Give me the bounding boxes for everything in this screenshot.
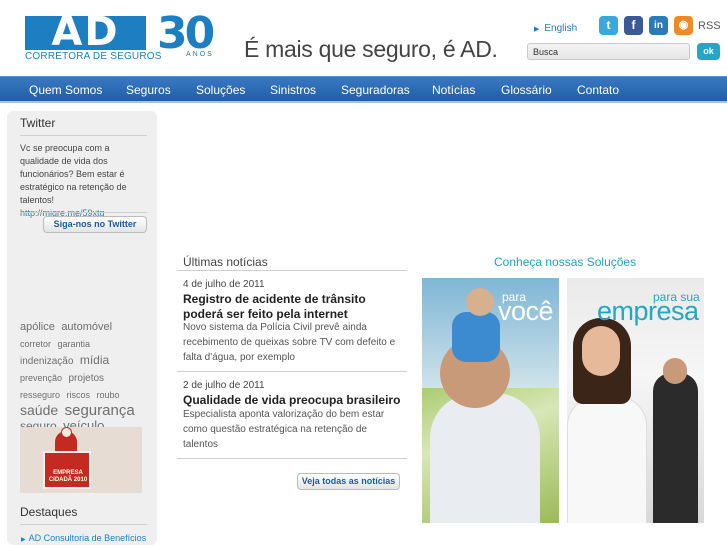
rss-label[interactable]: RSS [698, 20, 721, 32]
tag-link[interactable]: roubo [96, 390, 119, 400]
tag-link[interactable]: saúde [20, 402, 58, 418]
divider [177, 458, 407, 459]
solutions-title: Conheça nossas Soluções [494, 255, 637, 269]
news-headline[interactable]: Qualidade de vida preocupa brasileiro [183, 393, 403, 408]
nav-solucoes[interactable]: Soluções [196, 83, 245, 97]
social-icons: t f in ◉ RSS [599, 16, 721, 35]
follow-twitter-button[interactable]: Siga-nos no Twitter [43, 216, 147, 233]
site-header: AD CORRETORA DE SEGUROS 30 ANOS É mais q… [0, 0, 727, 76]
ad-logo[interactable]: AD [25, 10, 146, 54]
tag-link[interactable]: projetos [68, 373, 104, 384]
news-summary: Especialista aponta valorização do bem e… [183, 409, 385, 450]
nav-noticias[interactable]: Notícias [432, 83, 475, 97]
slogan: É mais que seguro, é AD. [244, 36, 498, 62]
tag-link[interactable]: resseguro [20, 390, 60, 400]
solution-for-business[interactable]: para sua empresa [567, 278, 704, 523]
divider [177, 371, 407, 372]
language-link[interactable]: ▶ English [534, 23, 577, 34]
nav-glossario[interactable]: Glossário [501, 83, 552, 97]
language-label: English [544, 23, 578, 34]
rss-icon[interactable]: ◉ [674, 16, 693, 35]
search-input[interactable] [527, 43, 690, 60]
news-date: 4 de julho de 2011 [183, 279, 265, 290]
facebook-icon[interactable]: f [624, 16, 643, 35]
twitter-title: Twitter [20, 116, 56, 130]
search-ok-button[interactable]: ok [697, 43, 720, 60]
twitter-icon[interactable]: t [599, 16, 618, 35]
news-title: Últimas notícias [183, 255, 268, 269]
voce-big-label: você [498, 296, 554, 326]
news-headline[interactable]: Registro de acidente de trânsito poderá … [183, 292, 403, 322]
tag-link[interactable]: corretor [20, 339, 51, 349]
solution-for-you[interactable]: para você [422, 278, 559, 523]
arrow-right-icon: ▶ [534, 26, 540, 33]
linkedin-icon[interactable]: in [649, 16, 668, 35]
child-figure [452, 312, 500, 362]
tag-link[interactable]: indenização [20, 356, 73, 367]
figure-head [61, 427, 72, 438]
empresa-big-label: empresa [597, 296, 699, 326]
nav-sinistros[interactable]: Sinistros [270, 83, 316, 97]
tag-link[interactable]: mídia [80, 353, 109, 367]
tag-link[interactable]: automóvel [61, 321, 112, 333]
award-text: EMPRESA CIDADÃ 2010 [48, 470, 88, 483]
colleague-figure [653, 373, 698, 523]
nav-seguradoras[interactable]: Seguradoras [341, 83, 410, 97]
tag-link[interactable]: garantia [57, 339, 90, 349]
tweet: Vc se preocupa com a qualidade de vida d… [20, 142, 140, 220]
father-figure [430, 393, 540, 523]
highlight-item[interactable]: ▶ AD Consultoria de Benefícios [21, 533, 147, 543]
divider [20, 135, 147, 136]
divider [177, 270, 407, 271]
woman-face [582, 326, 620, 376]
divider [20, 524, 147, 525]
award-image[interactable]: EMPRESA CIDADÃ 2010 [20, 427, 142, 493]
nav-contato[interactable]: Contato [577, 83, 619, 97]
woman-figure [567, 396, 647, 523]
tweet-text: Vc se preocupa com a qualidade de vida d… [20, 143, 127, 205]
tag-link[interactable]: riscos [66, 390, 90, 400]
tag-link[interactable]: prevenção [20, 373, 62, 383]
all-news-button[interactable]: Veja todas as notícias [297, 473, 400, 490]
highlight-label: AD Consultoria de Benefícios [28, 533, 147, 543]
logo-text: AD [51, 9, 120, 55]
news-summary: Novo sistema da Polícia Civil prevê aind… [183, 322, 396, 363]
tag-link[interactable]: apólice [20, 321, 55, 333]
child-head [466, 288, 494, 316]
anniversary-label: ANOS [186, 51, 214, 58]
divider [20, 212, 147, 213]
main-nav: Quem Somos Seguros Soluções Sinistros Se… [0, 76, 727, 103]
arrow-right-icon: ▶ [21, 537, 26, 543]
nav-seguros[interactable]: Seguros [126, 83, 171, 97]
highlights-title: Destaques [20, 505, 78, 519]
tag-cloud: apólice automóvel corretor garantia inde… [20, 318, 148, 434]
news-date: 2 de julho de 2011 [183, 380, 265, 391]
tag-link[interactable]: segurança [65, 402, 135, 419]
nav-quem-somos[interactable]: Quem Somos [29, 83, 102, 97]
colleague-head [663, 358, 687, 384]
logo-subtitle: CORRETORA DE SEGUROS [25, 51, 162, 62]
